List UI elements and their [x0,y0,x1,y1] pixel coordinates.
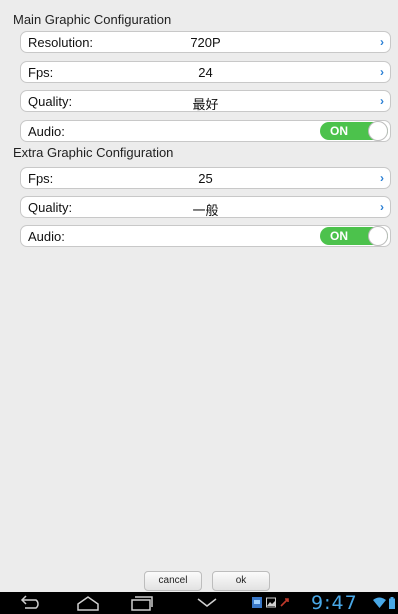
main-audio-toggle[interactable]: ON [320,121,388,141]
chevron-right-icon: › [380,35,384,49]
extra-audio-row: Audio: ON [20,225,391,247]
usb-notification-icon [280,598,289,607]
hide-keyboard-icon[interactable] [196,595,218,611]
image-notification-icon [266,597,276,608]
toggle-on-label: ON [330,229,348,243]
ok-button[interactable]: ok [212,571,270,591]
main-audio-row: Audio: ON [20,120,391,142]
audio-label: Audio: [28,229,65,244]
app-notification-icon [252,597,262,608]
home-icon[interactable] [76,595,100,611]
cancel-button[interactable]: cancel [144,571,202,591]
wifi-icon [373,597,386,608]
toggle-on-label: ON [330,124,348,138]
main-quality-row[interactable]: Quality: 最好 › [20,90,391,112]
recent-apps-icon[interactable] [130,595,154,611]
fps-value: 25 [198,171,213,186]
quality-value: 最好 [192,97,219,112]
system-navigation-bar: 9:47 [0,592,398,614]
fps-value: 24 [198,65,213,80]
extra-fps-row[interactable]: Fps: 25 › [20,167,391,189]
back-icon[interactable] [20,595,42,611]
chevron-right-icon: › [380,200,384,214]
chevron-right-icon: › [380,65,384,79]
chevron-right-icon: › [380,171,384,185]
chevron-right-icon: › [380,94,384,108]
toggle-knob [368,226,388,246]
status-time: 9:47 [311,592,358,614]
main-resolution-row[interactable]: Resolution: 720P › [20,31,391,53]
extra-quality-row[interactable]: Quality: 一般 › [20,196,391,218]
extra-config-title: Extra Graphic Configuration [13,145,174,160]
audio-label: Audio: [28,124,65,139]
main-fps-row[interactable]: Fps: 24 › [20,61,391,83]
main-config-title: Main Graphic Configuration [13,12,172,27]
battery-icon [389,597,395,609]
resolution-value: 720P [190,35,221,50]
toggle-knob [368,121,388,141]
quality-value: 一般 [192,203,219,218]
extra-audio-toggle[interactable]: ON [320,226,388,246]
